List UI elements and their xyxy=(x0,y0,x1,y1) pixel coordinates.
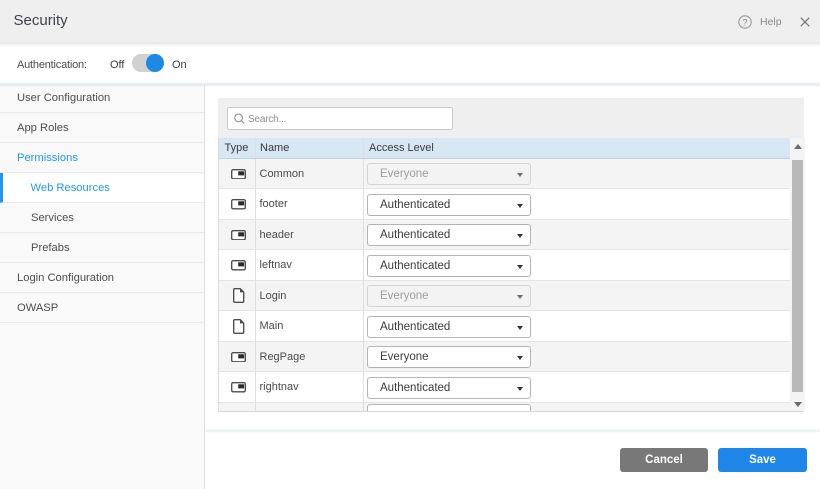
svg-text:?: ? xyxy=(742,17,747,27)
